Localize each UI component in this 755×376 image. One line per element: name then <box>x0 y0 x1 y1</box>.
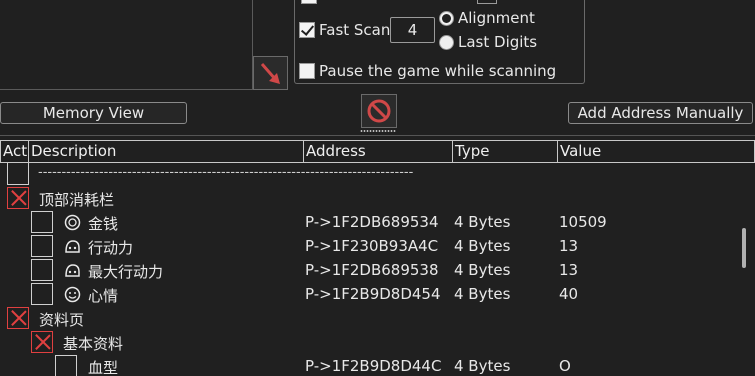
partial-option-field[interactable] <box>477 0 497 4</box>
fast-scan-label: Fast Scan <box>319 21 391 39</box>
table-row[interactable]: 最大行动力 P->1F2DB689538 4 Bytes 13 <box>0 259 740 283</box>
last-digits-radio[interactable] <box>439 35 454 50</box>
row-type: 4 Bytes <box>454 285 511 303</box>
address-table-header: Act Description Address Type Value <box>0 140 755 163</box>
column-header-description[interactable]: Description <box>28 140 304 163</box>
row-active-checkbox[interactable] <box>31 331 53 353</box>
table-row[interactable]: ----------------------------------------… <box>0 163 740 187</box>
splitter-line <box>0 135 755 136</box>
row-type: 4 Bytes <box>454 237 511 255</box>
row-address: P->1F2DB689538 <box>305 261 439 279</box>
row-active-checkbox[interactable] <box>7 187 29 209</box>
pause-game-checkbox[interactable] <box>299 63 315 79</box>
fast-scan-checkbox[interactable] <box>299 22 315 38</box>
top-panel-bottom-line <box>0 89 253 90</box>
row-address: P->1F2DB689534 <box>305 213 439 231</box>
helmet-icon <box>64 238 81 255</box>
row-type: 4 Bytes <box>454 261 511 279</box>
row-address: P->1F2B9D8D454 <box>305 285 441 303</box>
scan-options-panel: Fast Scan 4 Alignment Last Digits Pause … <box>294 0 585 84</box>
table-row[interactable]: 基本资料 <box>0 331 740 355</box>
column-header-address[interactable]: Address <box>303 140 453 163</box>
row-value[interactable]: 13 <box>559 261 578 279</box>
row-address: P->1F2B9D8D44C <box>305 357 442 375</box>
column-header-value[interactable]: Value <box>557 140 755 163</box>
address-table-body: ----------------------------------------… <box>0 163 740 376</box>
row-active-checkbox[interactable] <box>7 307 29 329</box>
table-row[interactable]: 顶部消耗栏 <box>0 187 740 211</box>
arrow-down-right-icon <box>260 63 280 84</box>
memory-view-button[interactable]: Memory View <box>0 102 187 124</box>
row-active-checkbox[interactable] <box>31 283 53 305</box>
row-description: 最大行动力 <box>88 263 164 281</box>
table-row[interactable]: 金钱 P->1F2DB689534 4 Bytes 10509 <box>0 211 740 235</box>
row-active-checkbox[interactable] <box>31 211 53 233</box>
row-description: 心情 <box>88 287 119 305</box>
row-active-checkbox[interactable] <box>7 163 29 185</box>
cheat-engine-window: Fast Scan 4 Alignment Last Digits Pause … <box>0 0 755 376</box>
row-value[interactable]: O <box>559 357 571 375</box>
clear-list-button[interactable] <box>361 94 397 128</box>
row-type: 4 Bytes <box>454 357 511 375</box>
coin-icon <box>64 214 81 231</box>
splitter-grip[interactable] <box>360 130 396 132</box>
table-row[interactable]: 资料页 <box>0 307 740 331</box>
row-description: 基本资料 <box>63 335 124 353</box>
table-row[interactable]: 血型 P->1F2B9D8D44C 4 Bytes O <box>0 355 740 376</box>
add-address-manually-button[interactable]: Add Address Manually <box>568 102 753 124</box>
no-sign-icon <box>367 99 391 123</box>
row-description: 行动力 <box>88 239 134 257</box>
row-description: 顶部消耗栏 <box>39 191 115 209</box>
fast-scan-value-input[interactable]: 4 <box>390 17 435 43</box>
partial-option-checkbox[interactable] <box>301 0 317 4</box>
row-description: 资料页 <box>39 311 85 329</box>
last-digits-label: Last Digits <box>458 33 538 51</box>
row-active-checkbox[interactable] <box>55 355 77 376</box>
select-process-arrow-button[interactable] <box>253 56 288 90</box>
smiley-icon <box>64 286 81 303</box>
table-row[interactable]: 行动力 P->1F230B93A4C 4 Bytes 13 <box>0 235 740 259</box>
alignment-radio[interactable] <box>439 11 454 26</box>
row-active-checkbox[interactable] <box>31 259 53 281</box>
row-value[interactable]: 13 <box>559 237 578 255</box>
column-header-type[interactable]: Type <box>452 140 558 163</box>
table-row[interactable]: 心情 P->1F2B9D8D454 4 Bytes 40 <box>0 283 740 307</box>
vertical-scrollbar-thumb[interactable] <box>742 228 746 268</box>
row-active-checkbox[interactable] <box>31 235 53 257</box>
column-header-active[interactable]: Act <box>0 140 29 163</box>
row-value[interactable]: 40 <box>559 285 578 303</box>
row-type: 4 Bytes <box>454 213 511 231</box>
separator-text: ----------------------------------------… <box>38 165 414 180</box>
row-description: 金钱 <box>88 215 119 233</box>
row-description: 血型 <box>88 359 119 376</box>
alignment-label: Alignment <box>458 9 535 27</box>
row-address: P->1F230B93A4C <box>305 237 439 255</box>
pause-game-label: Pause the game while scanning <box>319 62 557 80</box>
helmet-icon <box>64 262 81 279</box>
row-value[interactable]: 10509 <box>559 213 607 231</box>
